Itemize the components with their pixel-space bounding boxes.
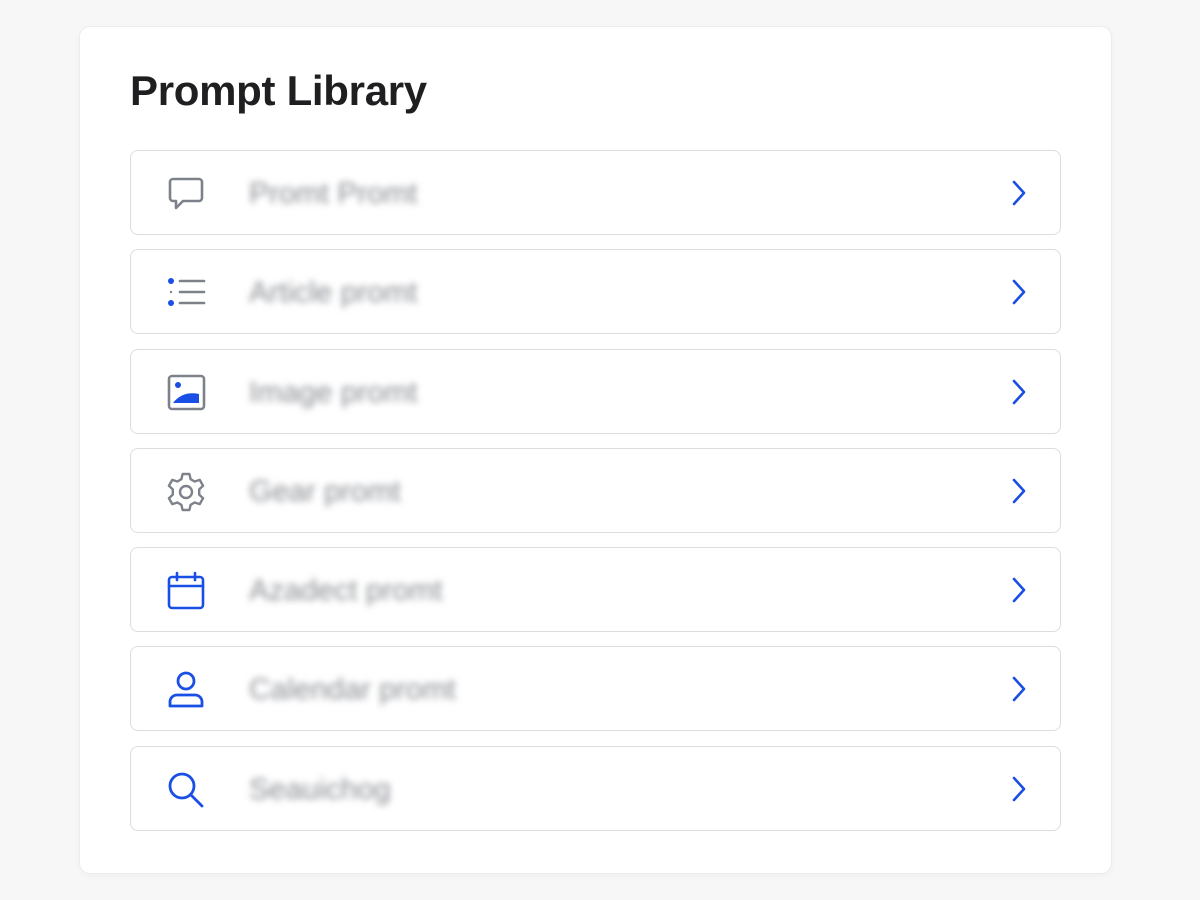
chevron-right-icon bbox=[1004, 773, 1034, 805]
page-title: Prompt Library bbox=[130, 67, 427, 114]
gear-icon bbox=[165, 471, 207, 513]
list-item-label: Article promt bbox=[249, 276, 418, 310]
list-item-prompt[interactable]: Promt Promt bbox=[130, 150, 1061, 235]
speech-bubble-icon bbox=[165, 173, 207, 215]
list-item-calendar[interactable]: Calendar promt bbox=[130, 646, 1061, 732]
prompt-library-card: Prompt Library Promt Promt Article promt… bbox=[80, 27, 1111, 873]
list-item-label: Azadect promt bbox=[249, 574, 443, 608]
list-item-label: Promt Promt bbox=[249, 177, 418, 210]
chevron-right-icon bbox=[1004, 376, 1034, 408]
prompt-list: Promt Promt Article promt Image promt Ge… bbox=[130, 150, 1061, 845]
chevron-right-icon bbox=[1004, 574, 1034, 606]
chevron-right-icon bbox=[1004, 177, 1034, 209]
list-item-gear[interactable]: Gear promt bbox=[130, 447, 1061, 533]
chevron-right-icon bbox=[1004, 673, 1034, 705]
image-icon bbox=[165, 372, 207, 414]
list-item-label: Image promt bbox=[249, 375, 418, 409]
bullet-list-icon bbox=[165, 272, 207, 314]
list-item-label: Gear promt bbox=[249, 474, 401, 508]
chevron-right-icon bbox=[1004, 475, 1034, 507]
list-item-search[interactable]: Seauichog bbox=[130, 745, 1061, 831]
list-item-label: Seauichog bbox=[249, 772, 391, 806]
list-item-azadect[interactable]: Azadect promt bbox=[130, 547, 1061, 633]
list-item-label: Calendar promt bbox=[249, 673, 456, 707]
list-item-image[interactable]: Image promt bbox=[130, 348, 1061, 434]
list-item-article[interactable]: Article promt bbox=[130, 249, 1061, 335]
chevron-right-icon bbox=[1004, 276, 1034, 308]
search-icon bbox=[165, 769, 207, 811]
calendar-icon bbox=[165, 570, 207, 612]
user-icon bbox=[165, 669, 207, 711]
